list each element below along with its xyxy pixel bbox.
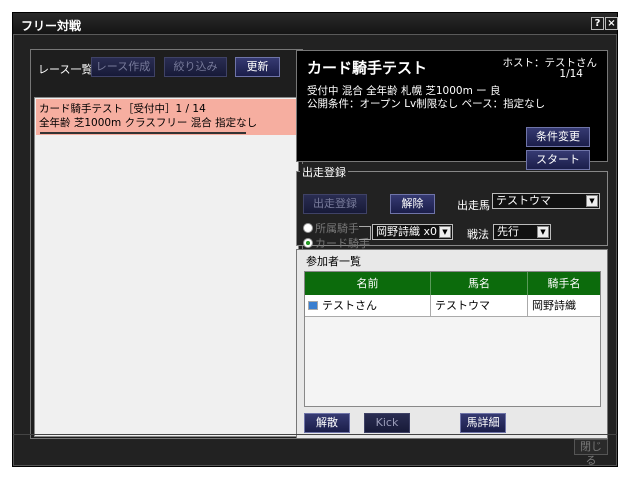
participant-jockey: 岡野詩織 — [528, 295, 600, 317]
jockey-select-value: 岡野詩織 x0 — [376, 225, 438, 238]
column-header-jockey: 騎手名 — [528, 272, 600, 295]
tactic-select[interactable]: 先行 ▼ — [493, 224, 551, 240]
table-row[interactable]: テストさん — [305, 295, 431, 317]
kick-button[interactable]: Kick — [364, 413, 410, 433]
chevron-down-icon: ▼ — [586, 195, 598, 207]
chevron-down-icon: ▼ — [537, 226, 549, 238]
bottom-divider — [13, 434, 617, 435]
race-list-item[interactable]: カード騎手テスト［受付中］1 / 14 全年齢 芝1000m クラスフリー 混合… — [36, 99, 297, 135]
participants-table: 名前 馬名 騎手名 テストさん テストウマ 岡野詩織 — [304, 271, 601, 407]
column-header-name: 名前 — [305, 272, 431, 295]
free-match-window: フリー対戦 ? × レース一覧 レース作成 絞り込み 更新 カード騎手テスト［受… — [12, 12, 618, 467]
close-x-button[interactable]: × — [605, 17, 618, 30]
column-header-horse: 馬名 — [431, 272, 528, 295]
horse-detail-button[interactable]: 馬詳細 — [460, 413, 506, 433]
participants-label: 参加者一覧 — [306, 255, 361, 268]
close-button[interactable]: 閉じる — [574, 439, 608, 467]
participants-panel: 参加者一覧 名前 馬名 騎手名 テストさん テストウマ 岡野詩織 解散 Kick… — [296, 249, 608, 439]
user-icon — [308, 301, 318, 310]
chevron-down-icon: ▼ — [439, 226, 451, 238]
jockey-bracket — [359, 226, 371, 240]
horse-select-value: テストウマ — [496, 194, 551, 207]
race-item-details: 全年齢 芝1000m クラスフリー 混合 指定なし — [39, 117, 258, 129]
entry-section-label: 出走登録 — [300, 164, 348, 180]
window-title: フリー対戦 — [21, 19, 82, 33]
radio-off-icon — [303, 223, 313, 233]
tactic-select-value: 先行 — [497, 225, 519, 238]
create-race-button[interactable]: レース作成 — [91, 57, 155, 77]
horse-label: 出走馬 — [457, 199, 490, 212]
jockey-select[interactable]: 岡野詩織 x0 ▼ — [372, 224, 453, 240]
entry-section: 出走登録 出走登録 解除 出走馬 テストウマ ▼ 所属騎手 カード騎手 岡野詩織… — [296, 164, 608, 250]
race-info-panel: カード騎手テスト ホスト：テストさん 1/14 受付中 混合 全年齢 札幌 芝1… — [296, 50, 608, 170]
race-item-title: カード騎手テスト［受付中］1 / 14 — [39, 103, 206, 115]
race-info-count: 1/14 — [559, 68, 583, 80]
own-jockey-radio[interactable]: 所属騎手 — [303, 220, 359, 236]
change-conditions-button[interactable]: 条件変更 — [526, 127, 590, 147]
participant-horse: テストウマ — [431, 295, 528, 317]
disband-button[interactable]: 解散 — [304, 413, 350, 433]
race-list-label: レース一覧 — [38, 63, 93, 76]
register-entry-button[interactable]: 出走登録 — [303, 194, 367, 214]
title-bar: フリー対戦 ? × — [13, 13, 618, 35]
refresh-button[interactable]: 更新 — [235, 57, 280, 77]
tactic-label: 戦法 — [467, 228, 489, 241]
race-info-title: カード騎手テスト — [307, 59, 428, 77]
cancel-entry-button[interactable]: 解除 — [390, 194, 435, 214]
race-info-line2: 公開条件：オープン Lv制限なし ペース：指定なし — [307, 98, 546, 110]
start-button[interactable]: スタート — [526, 150, 590, 170]
radio-on-icon — [303, 238, 313, 248]
race-list-panel: レース一覧 レース作成 絞り込み 更新 カード騎手テスト［受付中］1 / 14 … — [30, 49, 303, 439]
race-list: カード騎手テスト［受付中］1 / 14 全年齢 芝1000m クラスフリー 混合… — [34, 97, 299, 437]
participant-name: テストさん — [322, 299, 377, 312]
help-button[interactable]: ? — [591, 17, 604, 30]
own-jockey-label: 所属騎手 — [315, 222, 359, 235]
horse-select[interactable]: テストウマ ▼ — [492, 193, 600, 209]
race-item-underline — [40, 132, 246, 134]
filter-button[interactable]: 絞り込み — [164, 57, 227, 77]
